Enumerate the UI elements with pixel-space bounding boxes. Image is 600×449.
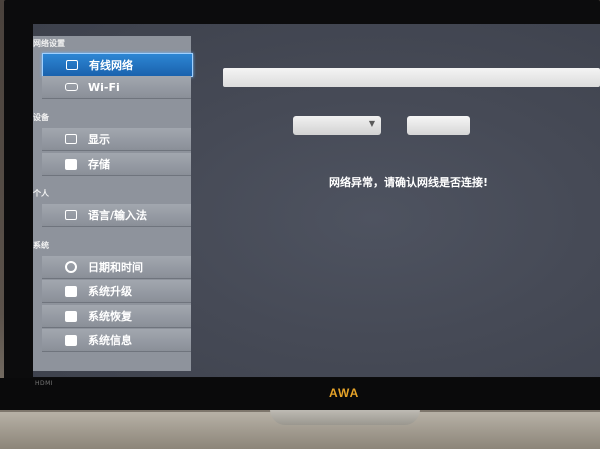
- brand-logo: AWA: [329, 386, 360, 400]
- sidebar-item-label: 有线网络: [89, 59, 133, 72]
- sidebar-item-wired-network[interactable]: 有线网络: [42, 53, 193, 77]
- sidebar-item-label: 语言/输入法: [88, 209, 148, 222]
- clock-icon: [64, 261, 78, 274]
- network-address-field[interactable]: [223, 68, 600, 87]
- tv-screen: 网络设置 有线网络 Wi-Fi 设备 显示 存储 个人 语言/输入法 系统 日期…: [33, 24, 600, 377]
- section-personal: 个人: [33, 189, 49, 198]
- upgrade-icon: [64, 285, 78, 298]
- sidebar-item-label: 系统信息: [88, 334, 132, 347]
- sidebar-item-wifi[interactable]: Wi-Fi: [42, 76, 191, 99]
- wifi-icon: [64, 81, 78, 94]
- section-network: 网络设置: [33, 39, 65, 48]
- folder-icon: [64, 158, 78, 171]
- sidebar-item-label: 系统恢复: [88, 310, 132, 323]
- sidebar-item-date-time[interactable]: 日期和时间: [42, 256, 191, 279]
- sidebar-item-language-input[interactable]: 语言/输入法: [42, 204, 191, 227]
- sidebar-item-label: 日期和时间: [88, 261, 143, 274]
- sidebar-item-storage[interactable]: 存储: [42, 153, 191, 176]
- hdmi-label: HDMI: [35, 380, 54, 387]
- sidebar-item-system-upgrade[interactable]: 系统升级: [42, 280, 191, 303]
- sidebar-item-label: Wi-Fi: [88, 80, 120, 94]
- sidebar-item-display[interactable]: 显示: [42, 128, 191, 151]
- monitor-icon: [65, 59, 79, 72]
- chevron-down-icon: ▼: [368, 119, 375, 128]
- restore-icon: [64, 310, 78, 323]
- info-icon: [64, 334, 78, 347]
- sidebar-item-system-info[interactable]: 系统信息: [42, 329, 191, 352]
- sidebar-item-system-restore[interactable]: 系统恢复: [42, 305, 191, 328]
- network-error-message: 网络异常，请确认网线是否连接!: [329, 176, 489, 189]
- monitor-bottom-bezel: [0, 378, 600, 410]
- sidebar-item-label: 存储: [88, 158, 110, 171]
- edit-icon: [64, 209, 78, 222]
- settings-sidebar: 网络设置 有线网络 Wi-Fi 设备 显示 存储 个人 语言/输入法 系统 日期…: [33, 36, 193, 371]
- connection-mode-dropdown[interactable]: ▼: [293, 116, 381, 135]
- sidebar-item-label: 显示: [88, 133, 110, 146]
- display-icon: [64, 133, 78, 146]
- section-device: 设备: [33, 113, 49, 122]
- section-system: 系统: [33, 241, 49, 250]
- sidebar-item-label: 系统升级: [88, 285, 132, 298]
- connect-button[interactable]: [407, 116, 470, 135]
